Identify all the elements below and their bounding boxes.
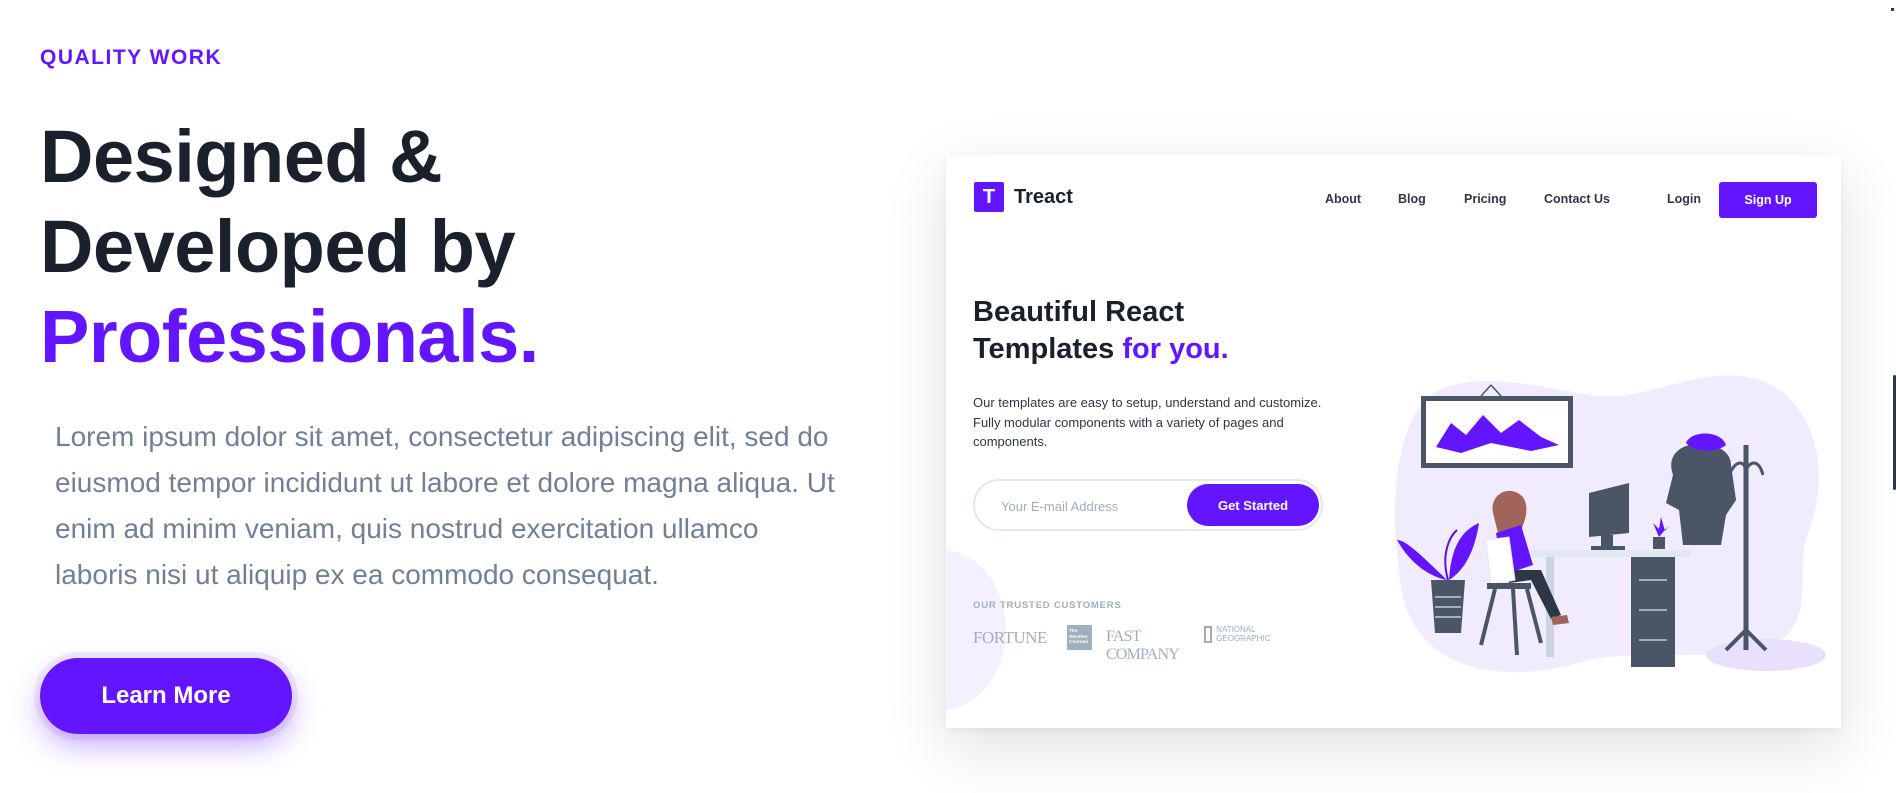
floor-shadow [1706, 639, 1826, 671]
preview-heading-accent: for you. [1122, 333, 1229, 365]
learn-more-button[interactable]: Learn More [40, 658, 292, 734]
nav-login[interactable]: Login [1667, 192, 1701, 206]
weather-channel-logo: The Weather Channel [1067, 625, 1092, 650]
preview-heading-line-2: Templates [973, 333, 1115, 365]
preview-heading-line-1: Beautiful React [973, 296, 1185, 328]
nav-pricing[interactable]: Pricing [1464, 192, 1506, 206]
ng-frame-icon [1204, 626, 1213, 643]
get-started-button[interactable]: Get Started [1187, 484, 1319, 526]
title-accent: Professionals. [40, 295, 539, 378]
logo-text: Treact [1014, 185, 1073, 208]
email-input[interactable] [999, 494, 1183, 518]
preview-description: Our templates are easy to setup, underst… [973, 395, 1322, 449]
window-corner-mark [1891, 8, 1894, 11]
fast-company-logo: FAST COMPANY [1106, 628, 1180, 663]
template-preview-card: T Treact About Blog Pricing Contact Us L… [946, 155, 1841, 728]
nav-about[interactable]: About [1325, 192, 1361, 206]
page-title: Designed & Developed by Professionals. [40, 112, 539, 382]
logo-mark-icon: T [974, 182, 1004, 212]
trusted-customers-label: OUR TRUSTED CUSTOMERS [973, 600, 1122, 611]
title-line-1: Designed & [40, 115, 443, 198]
frame-picture-icon [1421, 384, 1573, 468]
title-line-2: Developed by [40, 205, 516, 288]
fortune-logo: FORTUNE [973, 628, 1047, 647]
ng-logo-text: NATIONAL GEOGRAPHIC [1216, 625, 1271, 643]
preview-logo[interactable]: T Treact [974, 182, 1073, 212]
national-geographic-logo: NATIONAL GEOGRAPHIC [1204, 625, 1273, 643]
sign-up-button[interactable]: Sign Up [1719, 182, 1817, 218]
hero-description: Lorem ipsum dolor sit amet, consectetur … [55, 421, 835, 590]
nav-blog[interactable]: Blog [1398, 192, 1426, 206]
workspace-illustration [1395, 375, 1826, 673]
preview-heading: Beautiful React Templates for you. [973, 294, 1229, 368]
email-signup-form: Get Started [973, 479, 1323, 531]
eyebrow-label: QUALITY WORK [40, 46, 223, 69]
nav-contact-us[interactable]: Contact Us [1544, 192, 1610, 206]
